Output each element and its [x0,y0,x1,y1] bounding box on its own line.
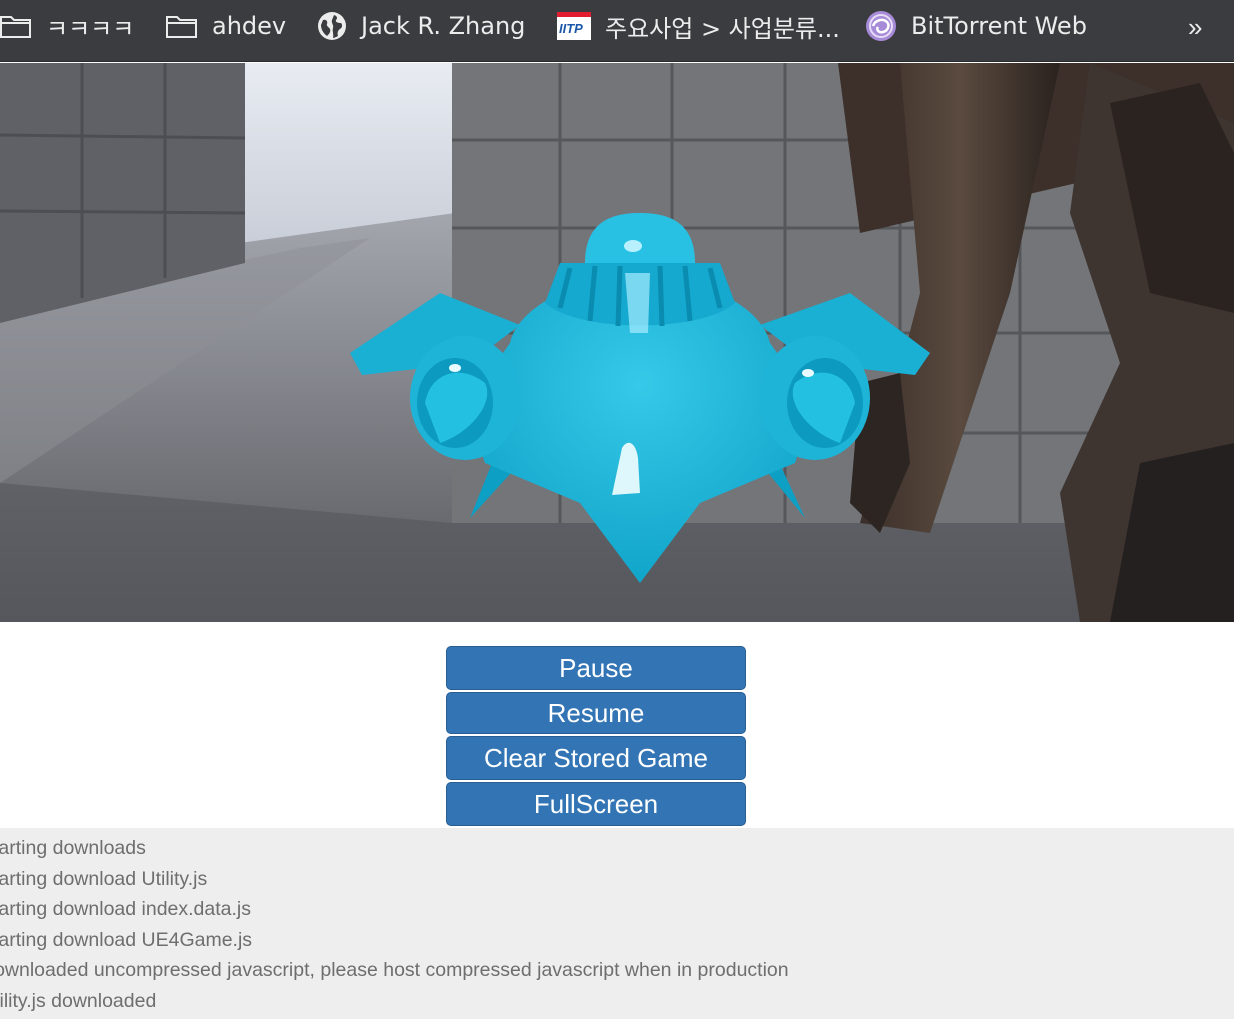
bookmark-label: ㅋㅋㅋㅋ [46,14,135,43]
bittorrent-icon [866,11,896,41]
game-controls: Pause Resume Clear Stored Game FullScree… [446,646,746,828]
log-line: Starting download index.data.js [0,898,252,920]
log-line: Starting downloads [0,837,146,859]
folder-icon [0,16,31,38]
folder-icon [166,16,197,38]
bookmark-label: Jack R. Zhang [361,12,526,40]
sky [240,63,455,243]
bookmark-label: 주요사업 > 사업분류... [605,14,840,43]
bookmark-bittorrent-web[interactable]: BitTorrent Web [865,0,1087,52]
bookmark-label: ahdev [212,12,287,40]
log-line: Starting download UE4Game.js [0,928,253,951]
log-line: Utility.js downloaded [0,989,157,1012]
bookmarks-bar: ㅋㅋㅋㅋ ahdev Jack R. Zhang IITP 주요사업 > 사업분… [0,0,1234,62]
pause-button[interactable]: Pause [446,646,746,690]
bookmark-folder-ahdev[interactable]: ahdev [165,0,286,52]
bookmarks-overflow-button[interactable]: » [1188,12,1202,43]
log-output: Starting downloads Starting download Uti… [0,828,1234,1019]
svg-text:IITP: IITP [559,21,583,36]
bookmark-folder-kkkk[interactable]: ㅋㅋㅋㅋ [0,0,134,52]
bookmark-iitp[interactable]: IITP 주요사업 > 사업분류... [557,0,840,52]
log-line: Starting download Utility.js [0,867,208,890]
resume-button[interactable]: Resume [446,692,746,734]
game-canvas[interactable] [0,63,1234,622]
clear-stored-game-button[interactable]: Clear Stored Game [446,736,746,780]
log-line: Downloaded uncompressed javascript, plea… [0,959,789,981]
bookmark-label: BitTorrent Web [911,12,1087,40]
game-scene [0,63,1234,622]
fullscreen-button[interactable]: FullScreen [446,782,746,826]
bookmark-jack-zhang[interactable]: Jack R. Zhang [317,0,525,52]
globe-icon [318,12,346,40]
iitp-logo-icon: IITP [557,12,591,40]
